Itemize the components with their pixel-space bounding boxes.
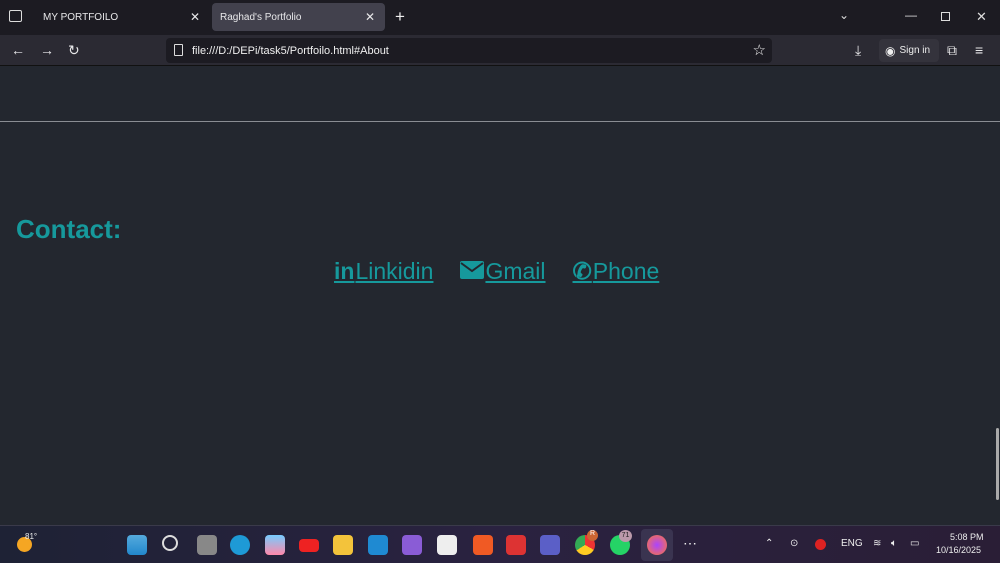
list-tabs-icon[interactable]: ⌄: [839, 8, 849, 22]
taskbar: 81° R 71 ⋯ ⌃ ⊙ ENG ≋ 🔈︎ ▭ 5:08 PM 10/16/…: [0, 525, 1000, 563]
url-text[interactable]: file:///D:/DEPi/task5/Portfoilo.html#Abo…: [192, 45, 389, 57]
edge-icon[interactable]: [230, 535, 250, 555]
start-icon[interactable]: [127, 535, 147, 555]
extensions-icon[interactable]: ⧉: [947, 42, 957, 59]
forward-icon[interactable]: →: [40, 42, 54, 58]
minimize-button[interactable]: —: [905, 8, 917, 22]
linkedin-link[interactable]: in Linkidin: [334, 258, 433, 285]
clock-date[interactable]: 10/16/2025: [936, 545, 981, 555]
wifi-icon[interactable]: ≋: [873, 538, 881, 549]
page-content: Contact: in Linkidin Gmail ✆ Phone: [0, 66, 1000, 525]
section-divider: [0, 121, 1000, 122]
tab-label: MY PORTFOILO: [43, 11, 119, 23]
tab-bar: MY PORTFOILO ✕ Raghad's Portfolio ✕ + ⌄ — …: [0, 0, 1000, 35]
back-icon[interactable]: ←: [11, 42, 25, 58]
sync-icon[interactable]: ⊙: [790, 538, 798, 549]
file-explorer-icon[interactable]: [333, 535, 353, 555]
link-label: Phone: [592, 258, 660, 284]
restore-button[interactable]: [941, 12, 950, 21]
brave-icon[interactable]: [473, 535, 493, 555]
gmail-link[interactable]: Gmail: [460, 258, 546, 285]
phone-link[interactable]: ✆ Phone: [573, 258, 660, 285]
address-bar[interactable]: file:///D:/DEPi/task5/Portfoilo.html#Abo…: [166, 38, 772, 63]
volume-icon[interactable]: 🔈︎: [891, 538, 897, 549]
link-label: Gmail: [485, 258, 546, 284]
contact-heading: Contact:: [16, 214, 122, 244]
menu-icon[interactable]: ≡: [975, 42, 983, 58]
tab-label: Raghad's Portfolio: [220, 11, 302, 23]
task-view-icon[interactable]: [197, 535, 217, 555]
clock-time[interactable]: 5:08 PM: [950, 532, 984, 542]
contact-links: in Linkidin Gmail ✆ Phone: [334, 258, 659, 285]
new-tab-button[interactable]: +: [395, 7, 405, 27]
chrome-badge: R: [587, 530, 598, 541]
battery-icon[interactable]: ▭: [910, 538, 919, 549]
m-app-icon[interactable]: [815, 539, 826, 550]
firefox-icon[interactable]: [647, 535, 667, 555]
youtube-icon[interactable]: [299, 539, 319, 552]
nav-bar: ← → ↻ file:///D:/DEPi/task5/Portfoilo.ht…: [0, 35, 1000, 66]
tab-raghads-portfolio[interactable]: Raghad's Portfolio ✕: [212, 3, 385, 31]
downloads-icon[interactable]: ⤓: [855, 42, 861, 59]
account-icon: ◉: [885, 43, 896, 58]
tab-overview-icon[interactable]: [9, 10, 22, 22]
scrollbar[interactable]: [996, 428, 999, 500]
mail-icon: [460, 258, 485, 285]
copilot-icon[interactable]: [265, 535, 285, 555]
weather-temp: 81°: [25, 532, 38, 541]
sign-in-button[interactable]: ◉ Sign in: [879, 39, 939, 62]
close-window-button[interactable]: ✕: [976, 9, 987, 25]
show-hidden-icon[interactable]: ⌃: [765, 538, 773, 549]
link-label: Linkidin: [355, 258, 434, 284]
visual-studio-icon[interactable]: [402, 535, 422, 555]
bookmark-star-icon[interactable]: ☆: [753, 41, 766, 59]
reload-icon[interactable]: ↻: [68, 42, 80, 59]
sign-in-label: Sign in: [899, 45, 931, 56]
wps-icon[interactable]: [506, 535, 526, 555]
search-icon[interactable]: [162, 535, 178, 551]
close-tab-icon[interactable]: ✕: [190, 10, 200, 24]
close-tab-icon[interactable]: ✕: [365, 10, 375, 24]
language-indicator[interactable]: ENG: [841, 538, 863, 549]
whatsapp-badge: 71: [619, 530, 632, 542]
page-icon: [174, 44, 183, 56]
teams-icon[interactable]: [540, 535, 560, 555]
vscode-icon[interactable]: [368, 535, 388, 555]
tab-my-portfolio[interactable]: MY PORTFOILO ✕: [35, 3, 210, 31]
phone-icon: ✆: [572, 258, 592, 284]
more-apps-icon[interactable]: ⋯: [683, 535, 697, 552]
store-icon[interactable]: [437, 535, 457, 555]
linkedin-icon: in: [334, 258, 355, 284]
